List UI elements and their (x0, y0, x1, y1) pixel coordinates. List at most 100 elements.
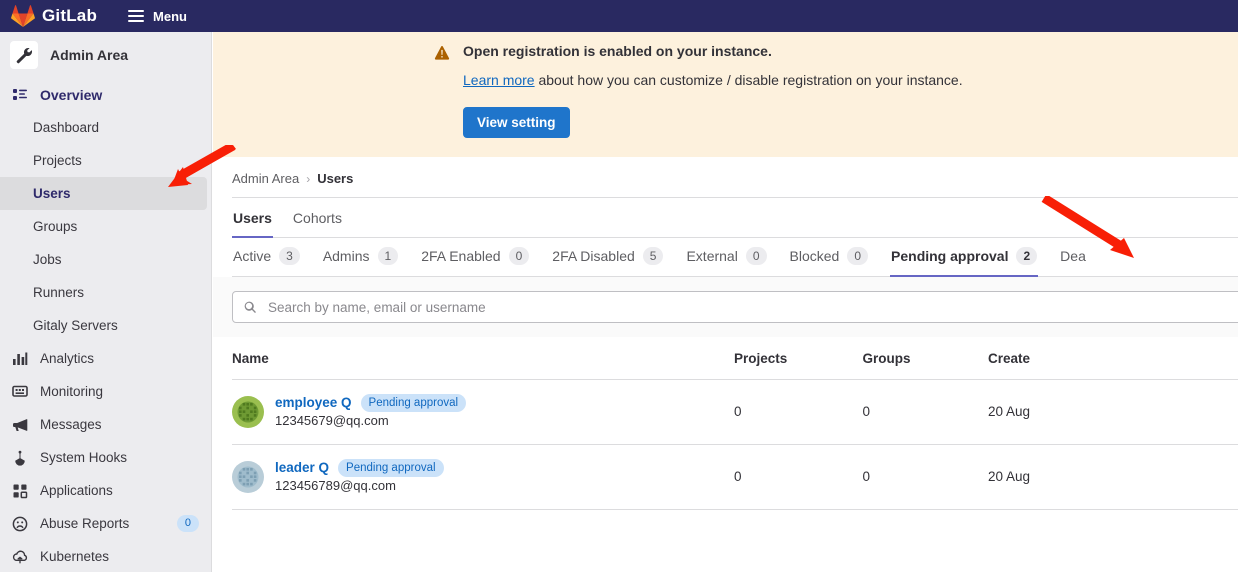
filter-tab-count: 0 (745, 247, 767, 265)
user-email: 123456789@qq.com (275, 477, 396, 493)
filter-tab-count: 3 (279, 247, 300, 265)
sidebar-group-overview[interactable]: Overview (0, 78, 211, 111)
gitlab-logo-icon[interactable] (11, 4, 35, 28)
sidebar-main-nav-list: Analytics Monitoring Messages System Hooks A… (0, 342, 211, 572)
search-icon (244, 301, 256, 313)
user-name-link[interactable]: leader Q (275, 459, 329, 477)
filter-tab-label: Pending approval (891, 248, 1009, 264)
filter-tab-count: 5 (642, 247, 664, 265)
hamburger-icon (128, 10, 145, 22)
sidebar-subnav-list: Dashboard Projects Users Groups Jobs Runners G… (0, 111, 211, 342)
table-header-row: Name Projects Groups Create (232, 337, 1238, 380)
cell-name: employee Q Pending approval 12345679@qq.co… (232, 379, 734, 445)
top-navigation-bar: GitLab Menu (0, 0, 1238, 32)
sidebar-item-kubernetes[interactable]: Kubernetes (0, 540, 211, 572)
sidebar-item-gitaly-servers[interactable]: Gitaly Servers (0, 309, 211, 342)
cell-projects: 0 (733, 379, 863, 445)
search-input[interactable] (266, 298, 1238, 316)
sidebar-item-label: Users (33, 186, 71, 201)
sidebar-item-label: Projects (33, 153, 82, 168)
breadcrumb-current: Users (317, 171, 354, 186)
breadcrumb-parent[interactable]: Admin Area (232, 171, 299, 186)
filter-tab-pending-approval[interactable]: Pending approval 2 (890, 238, 1039, 277)
alert-body: Learn more about how you can customize /… (463, 72, 963, 88)
sidebar-item-dashboard[interactable]: Dashboard (0, 111, 211, 144)
sidebar-context-title: Admin Area (50, 47, 129, 63)
wrench-icon (16, 47, 32, 63)
learn-more-link[interactable]: Learn more (463, 72, 535, 88)
user-name-link[interactable]: employee Q (275, 394, 352, 412)
megaphone-icon (12, 417, 28, 433)
breadcrumb-separator-icon: › (306, 171, 311, 186)
admin-area-avatar (10, 41, 38, 69)
sidebar-item-label: Jobs (33, 252, 62, 267)
tab-cohorts[interactable]: Cohorts (292, 198, 343, 238)
page-tabs: Users Cohorts (213, 198, 1238, 238)
column-header-created[interactable]: Create (987, 337, 1238, 380)
sidebar-item-label: Monitoring (40, 384, 104, 399)
monitor-icon (12, 384, 28, 400)
alert-title: Open registration is enabled on your ins… (463, 43, 772, 59)
filter-tab-count: 2 (1016, 247, 1038, 265)
filter-tab-active[interactable]: Active 3 (232, 238, 301, 277)
search-bar-area (213, 277, 1238, 337)
sidebar-item-messages[interactable]: Messages (0, 408, 211, 441)
column-header-name[interactable]: Name (232, 337, 734, 380)
main-content: Admin Area › Users Users Cohorts Active 3 A… (213, 157, 1238, 572)
filter-tab-count: 0 (508, 247, 530, 265)
table-row: employee Q Pending approval 12345679@qq.co… (232, 379, 1238, 445)
filter-tab-count: 1 (377, 247, 399, 265)
sidebar-item-label: Abuse Reports (40, 516, 130, 531)
search-box[interactable] (232, 291, 1238, 323)
view-setting-button[interactable]: View setting (463, 107, 570, 138)
chart-icon (12, 351, 28, 367)
sidebar-item-analytics[interactable]: Analytics (0, 342, 211, 375)
applications-icon (12, 483, 28, 499)
avatar[interactable] (232, 395, 264, 428)
filter-tab-blocked[interactable]: Blocked 0 (789, 238, 870, 277)
filter-tab-external[interactable]: External 0 (685, 238, 767, 277)
cell-projects: 0 (733, 444, 863, 510)
hook-icon (12, 450, 28, 466)
sidebar-item-monitoring[interactable]: Monitoring (0, 375, 211, 408)
tab-users[interactable]: Users (232, 198, 273, 238)
sidebar-item-projects[interactable]: Projects (0, 144, 211, 177)
cell-groups: 0 (862, 444, 988, 510)
overview-icon (13, 88, 27, 100)
sidebar-item-abuse-reports[interactable]: Abuse Reports 0 (0, 507, 211, 540)
sidebar-item-users[interactable]: Users (0, 177, 207, 210)
sidebar-item-label: Messages (40, 417, 102, 432)
column-header-groups[interactable]: Groups (862, 337, 988, 380)
menu-label: Menu (153, 8, 187, 24)
sidebar-item-applications[interactable]: Applications (0, 474, 211, 507)
cell-groups: 0 (862, 379, 988, 445)
avatar[interactable] (232, 460, 264, 493)
filter-tab-admins[interactable]: Admins 1 (322, 238, 399, 277)
admin-sidebar: Admin Area Overview Dashboard Projects Use… (0, 32, 212, 572)
sidebar-item-jobs[interactable]: Jobs (0, 243, 211, 276)
cell-name: leader Q Pending approval 123456789@qq.com (232, 444, 734, 510)
sidebar-item-groups[interactable]: Groups (0, 210, 211, 243)
filter-tab-2fa-disabled[interactable]: 2FA Disabled 5 (551, 238, 664, 277)
filter-tab-label: External (686, 248, 738, 264)
gitlab-admin-users-page: GitLab Menu Admin Area Overview Dashboar… (0, 0, 1238, 572)
filter-tab-dea[interactable]: Dea (1059, 239, 1087, 276)
filter-tab-label: Blocked (789, 248, 840, 264)
sidebar-item-system-hooks[interactable]: System Hooks (0, 441, 211, 474)
sidebar-item-label: Kubernetes (40, 549, 110, 564)
sidebar-item-label: Groups (33, 219, 78, 234)
sidebar-context-admin-area[interactable]: Admin Area (0, 32, 211, 78)
breadcrumb: Admin Area › Users (213, 157, 1238, 186)
status-badge: Pending approval (338, 458, 444, 477)
sidebar-item-runners[interactable]: Runners (0, 276, 211, 309)
brand-name[interactable]: GitLab (42, 6, 97, 26)
filter-tab-label: Dea (1060, 248, 1086, 264)
warning-icon (434, 46, 450, 60)
status-badge: Pending approval (360, 394, 467, 413)
column-header-projects[interactable]: Projects (733, 337, 863, 380)
sidebar-item-label: System Hooks (40, 450, 128, 465)
menu-button[interactable]: Menu (128, 9, 187, 24)
filter-tab-label: 2FA Enabled (421, 248, 501, 264)
open-registration-alert: Open registration is enabled on your ins… (213, 32, 1238, 157)
filter-tab-2fa-enabled[interactable]: 2FA Enabled 0 (420, 238, 530, 277)
